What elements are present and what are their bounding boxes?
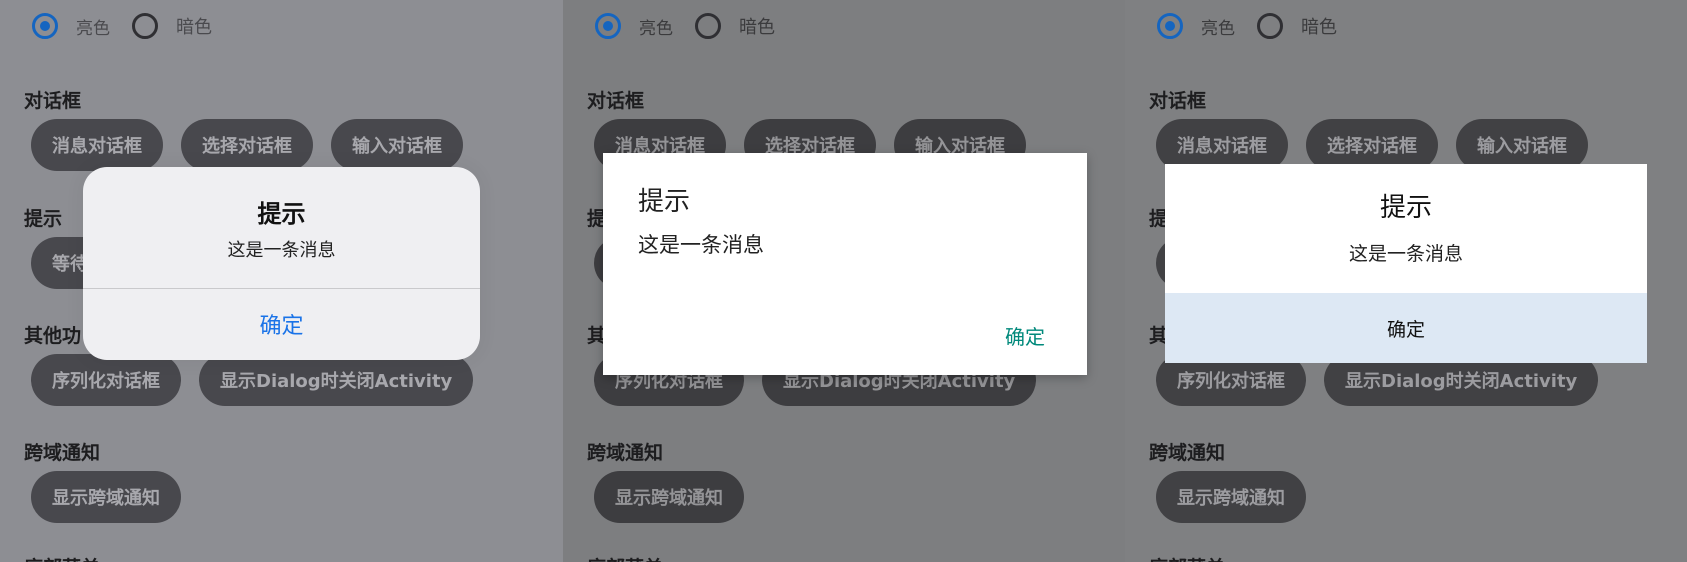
radio-light[interactable] bbox=[595, 13, 621, 39]
section-title-dialog: 对话框 bbox=[1149, 90, 1207, 112]
dialog-title: 提示 bbox=[638, 187, 691, 217]
radio-light[interactable] bbox=[1157, 13, 1183, 39]
radio-light-label: 亮色 bbox=[639, 18, 673, 39]
close-activity-button[interactable]: 显示Dialog时关闭Activity bbox=[199, 354, 474, 406]
material-message-dialog: 提示 这是一条消息 确定 bbox=[603, 153, 1087, 375]
dialog-title: 提示 bbox=[1379, 193, 1432, 223]
radio-light-label: 亮色 bbox=[1201, 18, 1235, 39]
radio-light-label: 亮色 bbox=[76, 18, 110, 39]
theme-radio-group: 亮色 暗色 bbox=[1157, 13, 1359, 39]
dialog-ok-button[interactable]: 确定 bbox=[1165, 293, 1647, 363]
section-title-dialog: 对话框 bbox=[24, 90, 82, 112]
message-dialog-button[interactable]: 消息对话框 bbox=[31, 119, 163, 171]
radio-dark-label: 暗色 bbox=[739, 17, 775, 38]
dialog-message: 这是一条消息 bbox=[1348, 243, 1463, 265]
theme-radio-group: 亮色 暗色 bbox=[32, 13, 234, 39]
select-dialog-button[interactable]: 选择对话框 bbox=[181, 119, 313, 171]
section-title-other: 其他功 bbox=[24, 325, 82, 347]
radio-dark-label: 暗色 bbox=[176, 17, 212, 38]
section-title-tips: 提示 bbox=[24, 208, 63, 230]
dialog-ok-button[interactable]: 确定 bbox=[1005, 321, 1045, 350]
cross-notify-button[interactable]: 显示跨域通知 bbox=[594, 471, 744, 523]
section-title-bottom-menu: 底部菜单 bbox=[24, 553, 100, 562]
dialog-message: 这是一条消息 bbox=[227, 240, 336, 261]
panel-kongzue-style: 亮色 暗色 对话框 消息对话框 选择对话框 输入对话框 提示 等待 其他功 序列… bbox=[1125, 0, 1687, 562]
section-title-bottom-menu: 底部菜单 bbox=[587, 553, 663, 562]
theme-radio-group: 亮色 暗色 bbox=[595, 13, 797, 39]
section-title-cross-notify: 跨域通知 bbox=[1149, 442, 1226, 464]
section-title-cross-notify: 跨域通知 bbox=[24, 442, 101, 464]
radio-dark-label: 暗色 bbox=[1301, 17, 1337, 38]
cross-notify-button[interactable]: 显示跨域通知 bbox=[31, 471, 181, 523]
section-title-bottom-menu: 底部菜单 bbox=[1149, 553, 1225, 562]
input-dialog-button[interactable]: 输入对话框 bbox=[331, 119, 463, 171]
section-title-dialog: 对话框 bbox=[587, 90, 645, 112]
dialog-title: 提示 bbox=[257, 200, 306, 228]
dialog-message: 这是一条消息 bbox=[638, 233, 764, 257]
cross-notify-button[interactable]: 显示跨域通知 bbox=[1156, 471, 1306, 523]
section-title-cross-notify: 跨域通知 bbox=[587, 442, 664, 464]
dialog-ok-button[interactable]: 确定 bbox=[83, 288, 480, 360]
serialize-dialog-button[interactable]: 序列化对话框 bbox=[31, 354, 181, 406]
radio-dark[interactable] bbox=[695, 13, 721, 39]
ios-message-dialog: 提示 这是一条消息 确定 bbox=[83, 167, 480, 360]
screenshot-root: 亮色 暗色 对话框 消息对话框 选择对话框 输入对话框 提示 等待 其他功 序列… bbox=[0, 0, 1687, 562]
radio-dark[interactable] bbox=[1257, 13, 1283, 39]
radio-dark[interactable] bbox=[132, 13, 158, 39]
panel-material-style: 亮色 暗色 对话框 消息对话框 选择对话框 输入对话框 提示 等待 其他功 序列… bbox=[563, 0, 1125, 562]
kongzue-message-dialog: 提示 这是一条消息 确定 bbox=[1165, 164, 1647, 363]
radio-light[interactable] bbox=[32, 13, 58, 39]
panel-ios-style: 亮色 暗色 对话框 消息对话框 选择对话框 输入对话框 提示 等待 其他功 序列… bbox=[0, 0, 563, 562]
